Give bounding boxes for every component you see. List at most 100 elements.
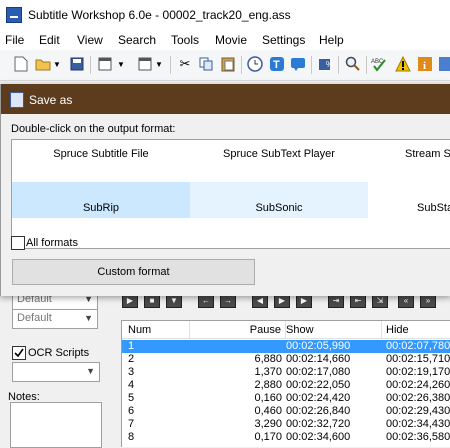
notes-field[interactable] [10, 402, 102, 448]
format-item-selected[interactable]: SubRip [12, 182, 190, 218]
table-row[interactable]: 3 1,370 00:02:17,080 00:02:19,170 [122, 366, 450, 379]
menu-help[interactable]: Help [319, 33, 344, 47]
table-row[interactable]: 8 0,170 00:02:34,600 00:02:36,580 [122, 431, 450, 444]
cell-pause: 1,370 [254, 366, 282, 378]
cell-show: 00:02:17,080 [286, 366, 351, 378]
cell-show: 00:02:24,420 [286, 392, 351, 404]
col-num-header[interactable]: Num [122, 321, 190, 339]
menu-edit[interactable]: Edit [39, 33, 60, 47]
cell-num: 3 [128, 366, 135, 378]
cell-hide: 00:02:26,380 [386, 392, 450, 404]
cell-num: 2 [128, 353, 135, 365]
table-row[interactable]: 4 2,880 00:02:22,050 00:02:24,260 [122, 379, 450, 392]
cell-pause: 6,880 [254, 353, 282, 365]
custom-format-button[interactable]: Custom format [12, 259, 255, 285]
toolbar-separator [311, 56, 312, 74]
ocr-checkbox[interactable] [12, 346, 26, 360]
app-icon [6, 7, 22, 23]
cell-pause: 2,880 [254, 379, 282, 391]
cell-show: 00:02:05,990 [286, 340, 351, 352]
menu-tools[interactable]: Tools [171, 33, 199, 47]
save-as-dialog: Save as Double-click on the output forma… [0, 84, 450, 296]
format-item[interactable]: Spruce Subtitle File [12, 140, 190, 176]
cell-num: 1 [128, 340, 135, 352]
copy-icon[interactable] [197, 55, 215, 73]
toolbar-separator [90, 56, 91, 74]
table-row[interactable]: 1 00:02:05,990 00:02:07,780 [122, 340, 450, 353]
table-row[interactable]: 7 3,290 00:02:32,720 00:02:34,430 [122, 418, 450, 431]
cell-show: 00:02:26,840 [286, 405, 351, 417]
window-title: Subtitle Workshop 6.0e - 00002_track20_e… [28, 8, 291, 22]
svg-text:i: i [423, 60, 426, 72]
svg-text:%: % [326, 60, 333, 69]
dropdown-icon[interactable]: ▼ [52, 55, 62, 73]
all-formats-checkbox[interactable] [11, 236, 25, 250]
cell-num: 7 [128, 418, 135, 430]
table-row[interactable]: 6 0,460 00:02:26,840 00:02:29,430 [122, 405, 450, 418]
cell-pause: 0,460 [254, 405, 282, 417]
paste-icon[interactable] [219, 55, 237, 73]
dropdown-icon[interactable]: ▼ [116, 55, 126, 73]
spellcheck-icon[interactable]: ABC [371, 55, 389, 73]
table-row[interactable]: 5 0,160 00:02:24,420 00:02:26,380 [122, 392, 450, 405]
cell-hide: 00:02:34,430 [386, 418, 450, 430]
cell-hide: 00:02:29,430 [386, 405, 450, 417]
col-hide-header[interactable]: Hide [382, 321, 450, 339]
menu-bar: File Edit View Search Tools Movie Settin… [0, 30, 450, 50]
extra-icon[interactable] [437, 55, 450, 73]
all-formats-label: All formats [26, 237, 78, 249]
toolbar-separator [170, 56, 171, 74]
cell-show: 00:02:34,600 [286, 431, 351, 443]
menu-settings[interactable]: Settings [262, 33, 305, 47]
svg-text:T: T [273, 59, 280, 71]
find-icon[interactable] [344, 55, 362, 73]
new-file-icon[interactable] [12, 55, 30, 73]
cell-hide: 00:02:07,780 [386, 340, 450, 352]
format-item[interactable]: Spruce SubText Player [190, 140, 368, 176]
chevron-down-icon: ▼ [86, 366, 95, 376]
cut-icon[interactable]: ✂ [176, 55, 194, 73]
window-icon[interactable] [136, 55, 154, 73]
menu-view[interactable]: View [77, 33, 103, 47]
actor-combo[interactable]: Default ▼ [12, 309, 98, 329]
ocr-label: OCR Scripts [28, 347, 90, 359]
cell-hide: 00:02:24,260 [386, 379, 450, 391]
table-row[interactable]: 2 6,880 00:02:14,660 00:02:15,710 [122, 353, 450, 366]
format-list: Spruce Subtitle File Spruce SubText Play… [11, 139, 450, 249]
instruction-label: Double-click on the output format: [11, 123, 176, 135]
save-icon[interactable] [68, 55, 86, 73]
menu-search[interactable]: Search [118, 33, 156, 47]
text-icon[interactable]: T [268, 55, 286, 73]
save-alt-icon[interactable]: % [317, 55, 335, 73]
menu-movie[interactable]: Movie [215, 33, 247, 47]
dialog-title-bar: Save as [1, 84, 450, 114]
info-icon[interactable]: i [416, 55, 434, 73]
menu-file[interactable]: File [5, 33, 24, 47]
clock-icon[interactable] [246, 55, 264, 73]
col-pause-header[interactable]: Pause [190, 321, 286, 339]
ocr-combo[interactable]: ▼ [12, 362, 100, 382]
dialog-icon [10, 92, 24, 108]
title-bar: Subtitle Workshop 6.0e - 00002_track20_e… [0, 0, 450, 30]
toolbar-separator [338, 56, 339, 74]
format-item[interactable]: SubSonic [190, 182, 368, 218]
dropdown-icon[interactable]: ▼ [154, 55, 164, 73]
chevron-down-icon: ▼ [84, 313, 93, 323]
col-show-header[interactable]: Show [286, 321, 382, 339]
cell-show: 00:02:22,050 [286, 379, 351, 391]
left-panel: Default ▼ Default ▼ OCR Scripts ▼ Notes: [0, 290, 110, 448]
cell-num: 6 [128, 405, 135, 417]
cell-hide: 00:02:15,710 [386, 353, 450, 365]
cell-num: 5 [128, 392, 135, 404]
window-icon[interactable] [96, 55, 114, 73]
cell-num: 4 [128, 379, 135, 391]
format-item[interactable]: SubStat [368, 182, 450, 218]
cell-pause: 0,170 [254, 431, 282, 443]
cell-pause: 3,290 [254, 418, 282, 430]
format-item[interactable]: Stream Su [368, 140, 450, 176]
warning-icon[interactable] [394, 55, 412, 73]
comment-icon[interactable] [289, 55, 307, 73]
open-folder-icon[interactable] [34, 55, 52, 73]
cell-hide: 00:02:36,580 [386, 431, 450, 443]
toolbar: ▼ ▼ ▼ ✂ T % ABC i [0, 50, 450, 81]
